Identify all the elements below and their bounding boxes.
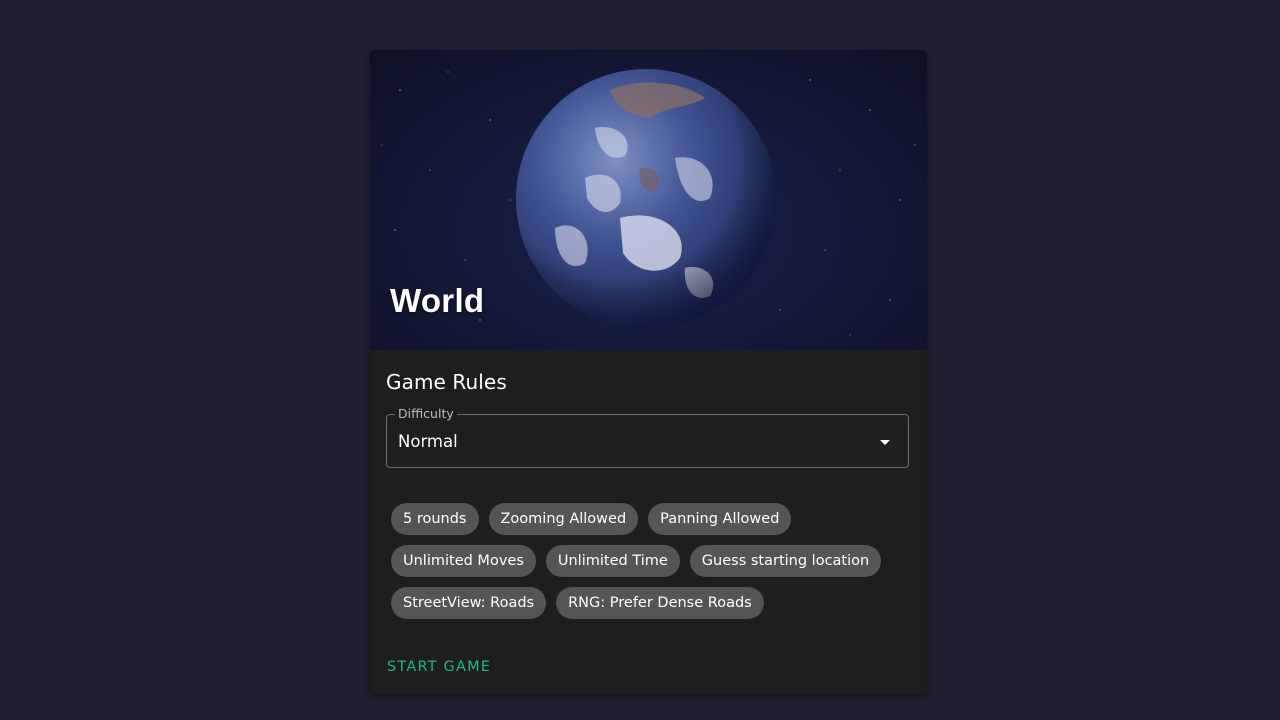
map-card: World Game Rules Difficulty Normal 5 rou… xyxy=(370,50,927,694)
difficulty-label: Difficulty xyxy=(395,406,457,421)
rule-chip-guess-start: Guess starting location xyxy=(689,545,882,577)
game-rules-heading: Game Rules xyxy=(386,370,507,394)
dropdown-arrow-icon xyxy=(880,440,890,445)
rule-chip-rounds: 5 rounds xyxy=(391,503,479,535)
difficulty-value: Normal xyxy=(398,432,458,451)
rule-chip-rng: RNG: Prefer Dense Roads xyxy=(556,587,764,619)
start-game-button[interactable]: START GAME xyxy=(387,659,491,675)
map-hero-image: World xyxy=(370,50,927,350)
map-title: World xyxy=(390,282,485,319)
rule-chip-zooming: Zooming Allowed xyxy=(488,503,639,535)
game-rules-section: Game Rules Difficulty Normal 5 rounds Zo… xyxy=(370,370,927,629)
rule-chip-time: Unlimited Time xyxy=(545,545,680,577)
rule-chip-streetview: StreetView: Roads xyxy=(391,587,547,619)
rules-chip-list: 5 rounds Zooming Allowed Panning Allowed… xyxy=(386,503,911,629)
difficulty-select[interactable]: Difficulty Normal xyxy=(386,406,909,468)
rule-chip-panning: Panning Allowed xyxy=(648,503,792,535)
earth-globe-icon xyxy=(516,69,776,329)
rule-chip-moves: Unlimited Moves xyxy=(391,545,536,577)
